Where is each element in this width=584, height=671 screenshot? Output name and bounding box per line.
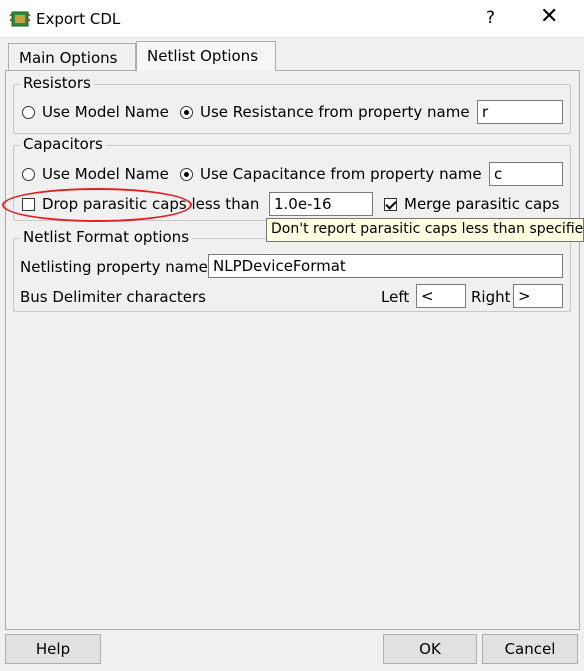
bus-left-label: Left <box>381 288 410 306</box>
netlist-format-legend: Netlist Format options <box>20 228 193 246</box>
ok-button[interactable]: OK <box>383 634 477 664</box>
drop-threshold-field[interactable]: 1.0e-16 <box>269 192 373 216</box>
close-icon[interactable]: ✕ <box>540 4 558 29</box>
bus-left-field[interactable]: < <box>416 284 466 308</box>
tab-netlist-options[interactable]: Netlist Options <box>136 41 276 71</box>
netlist-prop-field[interactable]: NLPDeviceFormat <box>208 254 563 278</box>
drop-parasitic-label: Drop parasitic caps less than <box>42 195 260 213</box>
resistors-legend: Resistors <box>20 74 94 92</box>
resistors-prop-radio[interactable] <box>180 106 193 119</box>
capacitors-model-label: Use Model Name <box>42 165 169 183</box>
bus-right-label: Right <box>471 288 511 306</box>
resistors-model-radio[interactable] <box>22 106 35 119</box>
resistors-prop-field[interactable]: r <box>477 100 563 124</box>
tab-main-options[interactable]: Main Options <box>8 43 136 71</box>
capacitors-prop-radio[interactable] <box>180 168 193 181</box>
help-title-button[interactable]: ? <box>486 8 495 28</box>
merge-parasitic-checkbox[interactable] <box>384 198 397 211</box>
bus-delimiter-label: Bus Delimiter characters <box>20 288 206 306</box>
resistors-model-label: Use Model Name <box>42 103 169 121</box>
merge-parasitic-label: Merge parasitic caps <box>404 195 560 213</box>
capacitors-prop-label: Use Capacitance from property name <box>200 165 482 183</box>
capacitors-legend: Capacitors <box>20 135 106 153</box>
drop-parasitic-checkbox[interactable] <box>22 198 35 211</box>
app-icon <box>10 11 30 27</box>
netlist-prop-label: Netlisting property name <box>20 258 208 276</box>
bus-right-field[interactable]: > <box>513 284 563 308</box>
resistors-prop-label: Use Resistance from property name <box>200 103 470 121</box>
title-bar: Export CDL ? ✕ <box>0 0 584 38</box>
help-button[interactable]: Help <box>5 634 101 664</box>
capacitors-prop-field[interactable]: c <box>489 162 563 186</box>
window-title: Export CDL <box>36 10 121 28</box>
cancel-button[interactable]: Cancel <box>482 634 578 664</box>
tooltip: Don't report parasitic caps less than sp… <box>266 218 584 242</box>
capacitors-model-radio[interactable] <box>22 168 35 181</box>
